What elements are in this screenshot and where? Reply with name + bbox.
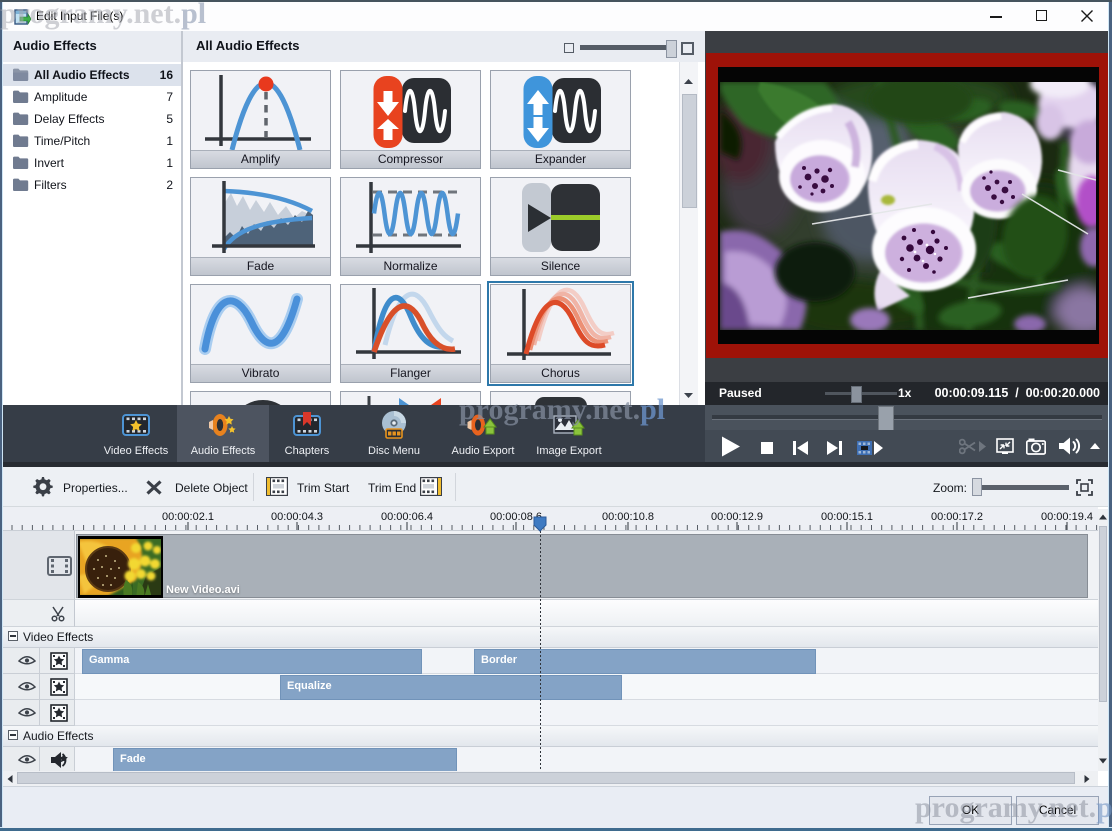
svg-text:00:00:15.1: 00:00:15.1 (821, 511, 873, 523)
svg-text:00:00:12.9: 00:00:12.9 (711, 511, 763, 523)
svg-text:00:00:04.3: 00:00:04.3 (271, 511, 323, 523)
svg-text:00:00:02.1: 00:00:02.1 (162, 511, 214, 523)
svg-text:00:00:19.4: 00:00:19.4 (1041, 511, 1093, 523)
svg-text:00:00:17.2: 00:00:17.2 (931, 511, 983, 523)
svg-text:00:00:10.8: 00:00:10.8 (602, 511, 654, 523)
svg-text:00:00:06.4: 00:00:06.4 (381, 511, 433, 523)
